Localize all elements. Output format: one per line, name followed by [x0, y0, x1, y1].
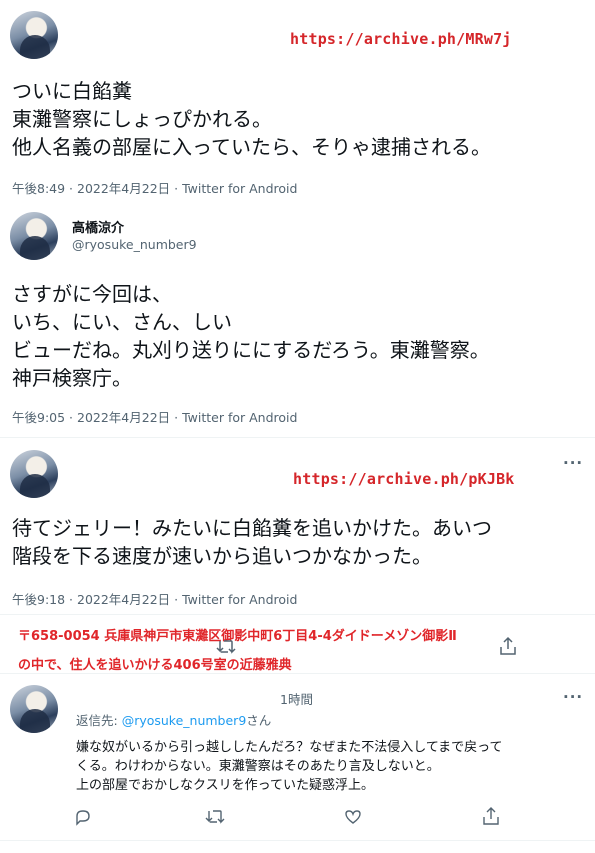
tweet-text-line: 階段を下る速度が速いから追いつかなかった。: [12, 544, 432, 568]
avatar[interactable]: [10, 11, 58, 59]
tweet-text-line: 他人名義の部屋に入っていたら、そりゃ逮捕される。: [12, 135, 491, 159]
tweet-text-line: ついに白餡糞: [12, 79, 132, 103]
divider: [0, 437, 595, 438]
tweet-text-line: 待てジェリー！みたいに白餡糞を追いかけた。あいつ: [12, 516, 492, 540]
reply-to-line: 返信先: @ryosuke_number9さん: [76, 710, 271, 729]
tweet-timestamp[interactable]: 午後9:05 · 2022年4月22日 · Twitter for Androi…: [12, 407, 297, 426]
heart-icon[interactable]: [344, 808, 362, 830]
reply-prefix: 返信先:: [76, 713, 122, 728]
tweet-timestamp[interactable]: 午後8:49 · 2022年4月22日 · Twitter for Androi…: [12, 178, 297, 197]
user-handle[interactable]: @ryosuke_number9: [72, 237, 197, 252]
retweet-icon[interactable]: [205, 808, 225, 830]
display-name[interactable]: 高橋涼介: [72, 217, 124, 236]
reply-time[interactable]: 1時間: [280, 689, 313, 708]
retweet-icon[interactable]: [216, 638, 236, 660]
archive-link[interactable]: https://archive.ph/pKJBk: [293, 470, 515, 488]
tweet-text-line: さすがに今回は、: [12, 282, 172, 306]
share-icon[interactable]: [499, 636, 517, 660]
tweet-text-line: 東灘警察にしょっぴかれる。: [12, 107, 272, 131]
more-options-icon[interactable]: ···: [563, 454, 583, 472]
reply-text-line: 上の部屋でおかしなクスリを作っていた疑惑浮上。: [76, 778, 374, 793]
avatar[interactable]: [10, 685, 58, 733]
comment-icon[interactable]: [74, 808, 92, 830]
archive-link[interactable]: https://archive.ph/MRw7j: [290, 30, 512, 48]
reply-handle-link[interactable]: @ryosuke_number9: [122, 713, 247, 728]
avatar[interactable]: [10, 450, 58, 498]
annotation-text: 〒658-0054 兵庫県神戸市東灘区御影中町6丁目4-4ダイドーメゾン御影Ⅱ: [18, 629, 457, 644]
share-icon[interactable]: [482, 806, 500, 830]
tweet-text-line: ビューだね。丸刈り送りににするだろう。東灘警察。: [12, 338, 490, 362]
reply-text-line: 嫌な奴がいるから引っ越ししたんだろ？なぜまた不法侵入してまで戻って: [76, 740, 503, 755]
divider: [0, 840, 595, 841]
divider: [0, 614, 595, 615]
more-options-icon[interactable]: ···: [563, 688, 583, 706]
annotation-text: の中で、住人を追いかける406号室の近藤雅典: [18, 658, 292, 673]
reply-text-line: くる。わけわからない。東灘警察はそのあたり言及しないと。: [76, 759, 440, 774]
divider: [0, 673, 595, 674]
tweet-text-line: 神戸検察庁。: [12, 366, 132, 390]
avatar[interactable]: [10, 212, 58, 260]
tweet-text-line: いち、にい、さん、しい: [12, 310, 232, 334]
tweet-timestamp[interactable]: 午後9:18 · 2022年4月22日 · Twitter for Androi…: [12, 589, 297, 608]
reply-suffix: さん: [246, 713, 272, 728]
